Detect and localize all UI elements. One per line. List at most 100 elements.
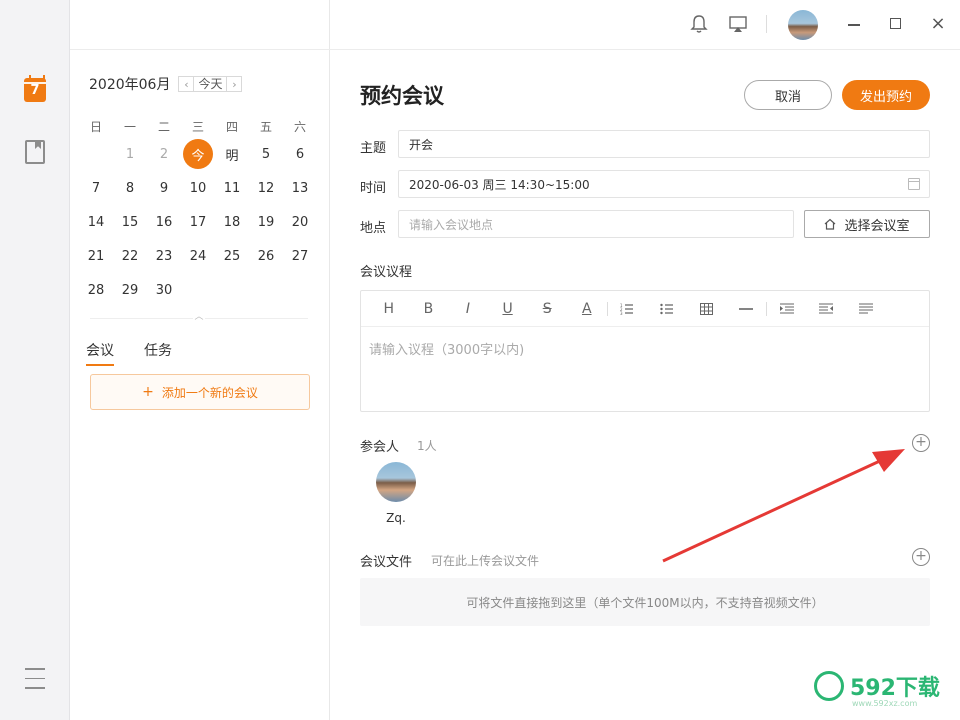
select-room-label: 选择会议室 (844, 218, 910, 234)
send-invite-button[interactable]: 发出预约 (842, 80, 930, 110)
calendar-small-icon (908, 178, 920, 190)
minimize-icon[interactable] (848, 24, 860, 26)
calendar-day[interactable]: 12 (249, 171, 283, 205)
bell-icon[interactable] (690, 14, 708, 34)
subject-input[interactable]: 开会 (398, 130, 930, 158)
calendar-day[interactable]: 8 (113, 171, 147, 205)
time-picker[interactable]: 2020-06-03 周三 14:30~15:00 (398, 170, 930, 198)
calendar-day (215, 273, 249, 307)
files-label: 会议文件 (360, 555, 413, 570)
horizontal-rule-icon[interactable] (726, 291, 766, 327)
bold-icon[interactable]: B (409, 291, 449, 327)
calendar-day (181, 273, 215, 307)
align-left-icon[interactable] (767, 291, 807, 327)
participant-avatar[interactable] (376, 462, 416, 502)
maximize-icon[interactable] (890, 18, 901, 29)
month-label: 2020年06月 (89, 77, 171, 93)
weekday-label: 一 (123, 120, 136, 134)
location-input[interactable]: 请输入会议地点 (398, 210, 794, 238)
calendar-day[interactable]: 21 (79, 239, 113, 273)
calendar-day[interactable]: 15 (113, 205, 147, 239)
calendar-day[interactable]: 5 (249, 137, 283, 171)
add-meeting-button[interactable]: + 添加一个新的会议 (90, 374, 310, 410)
calendar-day[interactable]: 23 (147, 239, 181, 273)
svg-text:3: 3 (620, 311, 623, 315)
add-meeting-label: 添加一个新的会议 (161, 385, 258, 400)
calendar-day[interactable]: 13 (283, 171, 317, 205)
calendar-day[interactable]: 18 (215, 205, 249, 239)
agenda-label: 会议议程 (360, 265, 413, 280)
calendar-day (249, 273, 283, 307)
user-avatar[interactable] (788, 10, 818, 40)
agenda-editor[interactable]: H B I U S A 123 请输入议程（3000字以内) (360, 290, 930, 412)
calendar-day[interactable]: 27 (283, 239, 317, 273)
topbar-separator (766, 15, 767, 33)
calendar-icon[interactable]: 7 (24, 75, 46, 102)
notebook-icon[interactable] (25, 140, 45, 164)
tab-tasks[interactable]: 任务 (144, 340, 172, 366)
align-right-icon[interactable] (846, 291, 886, 327)
calendar-day[interactable]: 9 (147, 171, 181, 205)
calendar-day[interactable]: 28 (79, 273, 113, 307)
italic-icon[interactable]: I (448, 291, 488, 327)
calendar-day[interactable]: 25 (215, 239, 249, 273)
calendar-day[interactable]: 14 (79, 205, 113, 239)
collapse-caret-icon[interactable]: ︿ (193, 312, 205, 322)
add-file-icon[interactable]: + (912, 548, 930, 566)
calendar-day[interactable]: 20 (283, 205, 317, 239)
calendar-day[interactable]: 16 (147, 205, 181, 239)
strikethrough-icon[interactable]: S (527, 291, 567, 327)
menu-icon[interactable] (25, 668, 45, 690)
underline-icon[interactable]: U (488, 291, 528, 327)
topbar-divider (70, 49, 960, 50)
prev-month-button[interactable]: ‹ (178, 76, 195, 92)
tab-meetings[interactable]: 会议 (86, 340, 114, 366)
calendar-day (79, 137, 113, 171)
calendar-day[interactable]: 2 (147, 137, 181, 171)
calendar-day[interactable]: 1 (113, 137, 147, 171)
plus-icon: + (142, 384, 154, 400)
watermark-logo: 592下载 (814, 670, 940, 702)
participants-count: 1人 (417, 439, 437, 453)
select-room-button[interactable]: 选择会议室 (804, 210, 930, 238)
agenda-placeholder: 请输入议程（3000字以内) (369, 343, 525, 358)
font-color-icon[interactable]: A (567, 291, 607, 327)
calendar-day[interactable]: 22 (113, 239, 147, 273)
calendar-day[interactable]: 11 (215, 171, 249, 205)
calendar-day[interactable]: 7 (79, 171, 113, 205)
calendar-panel: 2020年06月 ‹ 今天 › 日 一 二 三 四 五 六 12今明567891… (70, 0, 330, 720)
file-dropzone[interactable]: 可将文件直接拖到这里（单个文件100M以内，不支持音视频文件） (360, 578, 930, 626)
calendar-day[interactable]: 26 (249, 239, 283, 273)
participant-name: Zq. (386, 511, 406, 525)
weekday-label: 日 (89, 120, 102, 134)
weekday-label: 三 (191, 120, 204, 134)
calendar-day[interactable]: 19 (249, 205, 283, 239)
page-title: 预约会议 (360, 84, 444, 108)
screen-cast-icon[interactable] (728, 14, 748, 34)
calendar-day[interactable]: 29 (113, 273, 147, 307)
time-value: 2020-06-03 周三 14:30~15:00 (409, 177, 590, 192)
today-button[interactable]: 今天 (194, 76, 227, 92)
calendar-day[interactable]: 6 (283, 137, 317, 171)
cancel-button[interactable]: 取消 (744, 80, 832, 110)
calendar-day[interactable]: 17 (181, 205, 215, 239)
add-participant-icon[interactable]: + (912, 434, 930, 452)
calendar-header: 2020年06月 ‹ 今天 › (89, 74, 243, 94)
left-rail: 7 (0, 0, 70, 720)
ordered-list-icon[interactable]: 123 (608, 291, 648, 327)
next-month-button[interactable]: › (226, 76, 243, 92)
calendar-day[interactable]: 今 (181, 137, 215, 171)
heading-icon[interactable]: H (369, 291, 409, 327)
editor-toolbar: H B I U S A 123 (361, 291, 929, 327)
align-center-icon[interactable] (807, 291, 847, 327)
close-icon[interactable]: × (930, 15, 946, 33)
calendar-day[interactable]: 10 (181, 171, 215, 205)
weekday-row: 日 一 二 三 四 五 六 (79, 118, 317, 135)
table-icon[interactable] (687, 291, 727, 327)
today-marker: 今 (183, 139, 213, 169)
calendar-day[interactable]: 明 (215, 137, 249, 171)
calendar-day[interactable]: 24 (181, 239, 215, 273)
bullet-list-icon[interactable] (647, 291, 687, 327)
panel-tabs: 会议 任务 (86, 340, 172, 366)
calendar-day[interactable]: 30 (147, 273, 181, 307)
